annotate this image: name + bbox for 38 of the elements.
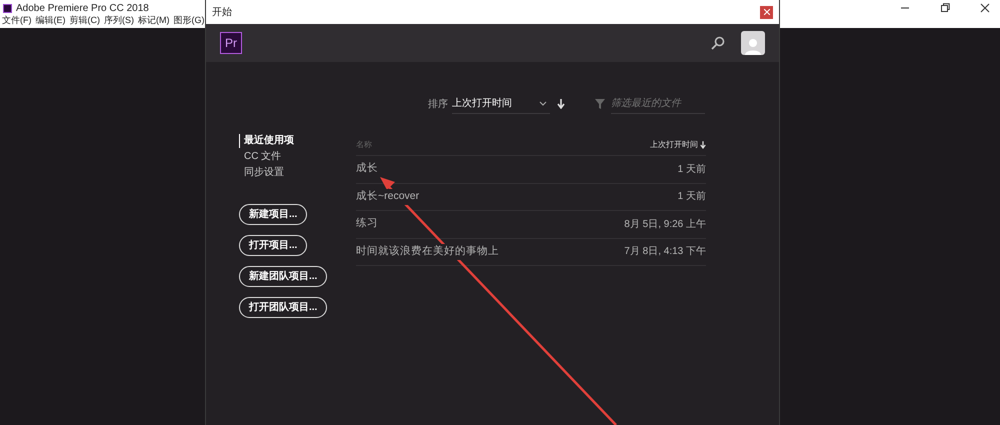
action-button[interactable]: 新建项目... [239, 204, 308, 225]
project-name[interactable]: 时间就该浪费在美好的事物上 [356, 244, 499, 260]
logo: Pr [220, 32, 242, 54]
close-button[interactable] [760, 6, 773, 18]
sort-label: 排序 [428, 98, 448, 112]
menu-item[interactable]: 图形(G) [174, 14, 204, 26]
user-icon [745, 37, 761, 55]
column-header: 名称 [356, 138, 372, 150]
action-button[interactable]: 新建团队项目... [239, 266, 328, 287]
project-time: 1 天前 [678, 190, 706, 204]
filter-field[interactable]: 筛选最近的文件 [611, 94, 705, 114]
app-icon [3, 4, 12, 13]
nav-item[interactable]: CC 文件 [239, 150, 356, 164]
menu-item[interactable]: 文件(F) [2, 14, 32, 26]
chevron-icon [539, 101, 547, 106]
dialog-title: 开始 [212, 6, 232, 20]
project-name[interactable]: 成长~recover [356, 188, 420, 205]
project-time: 1 天前 [678, 162, 706, 177]
nav-item[interactable]: 同步设置 [239, 166, 356, 180]
action-button[interactable]: 打开团队项目... [239, 297, 328, 318]
sort-direction-icon[interactable] [700, 140, 706, 148]
menu-item[interactable]: 剪辑(C) [70, 14, 100, 26]
column-header[interactable]: 上次打开时间 [650, 138, 698, 150]
app-title: Adobe Premiere Pro CC 2018 [16, 2, 149, 16]
sort-dropdown[interactable]: 上次打开时间 [452, 94, 550, 114]
sort-arrow-icon[interactable] [557, 99, 565, 109]
menu-item[interactable]: 编辑(E) [36, 14, 66, 26]
close-icon[interactable] [980, 3, 990, 13]
menu-item[interactable]: 序列(S) [104, 14, 134, 26]
maximize-icon[interactable] [940, 3, 950, 13]
action-button[interactable]: 打开项目... [239, 235, 308, 256]
project-time: 8月 5日, 9:26 上午 [624, 218, 706, 232]
filter-icon [595, 99, 605, 109]
close-icon [764, 9, 770, 15]
search-icon[interactable] [711, 36, 725, 50]
nav-item[interactable]: 最近使用项 [239, 134, 356, 148]
project-time: 7月 8日, 4:13 下午 [624, 245, 706, 260]
menu-item[interactable]: 标记(M) [138, 14, 170, 26]
